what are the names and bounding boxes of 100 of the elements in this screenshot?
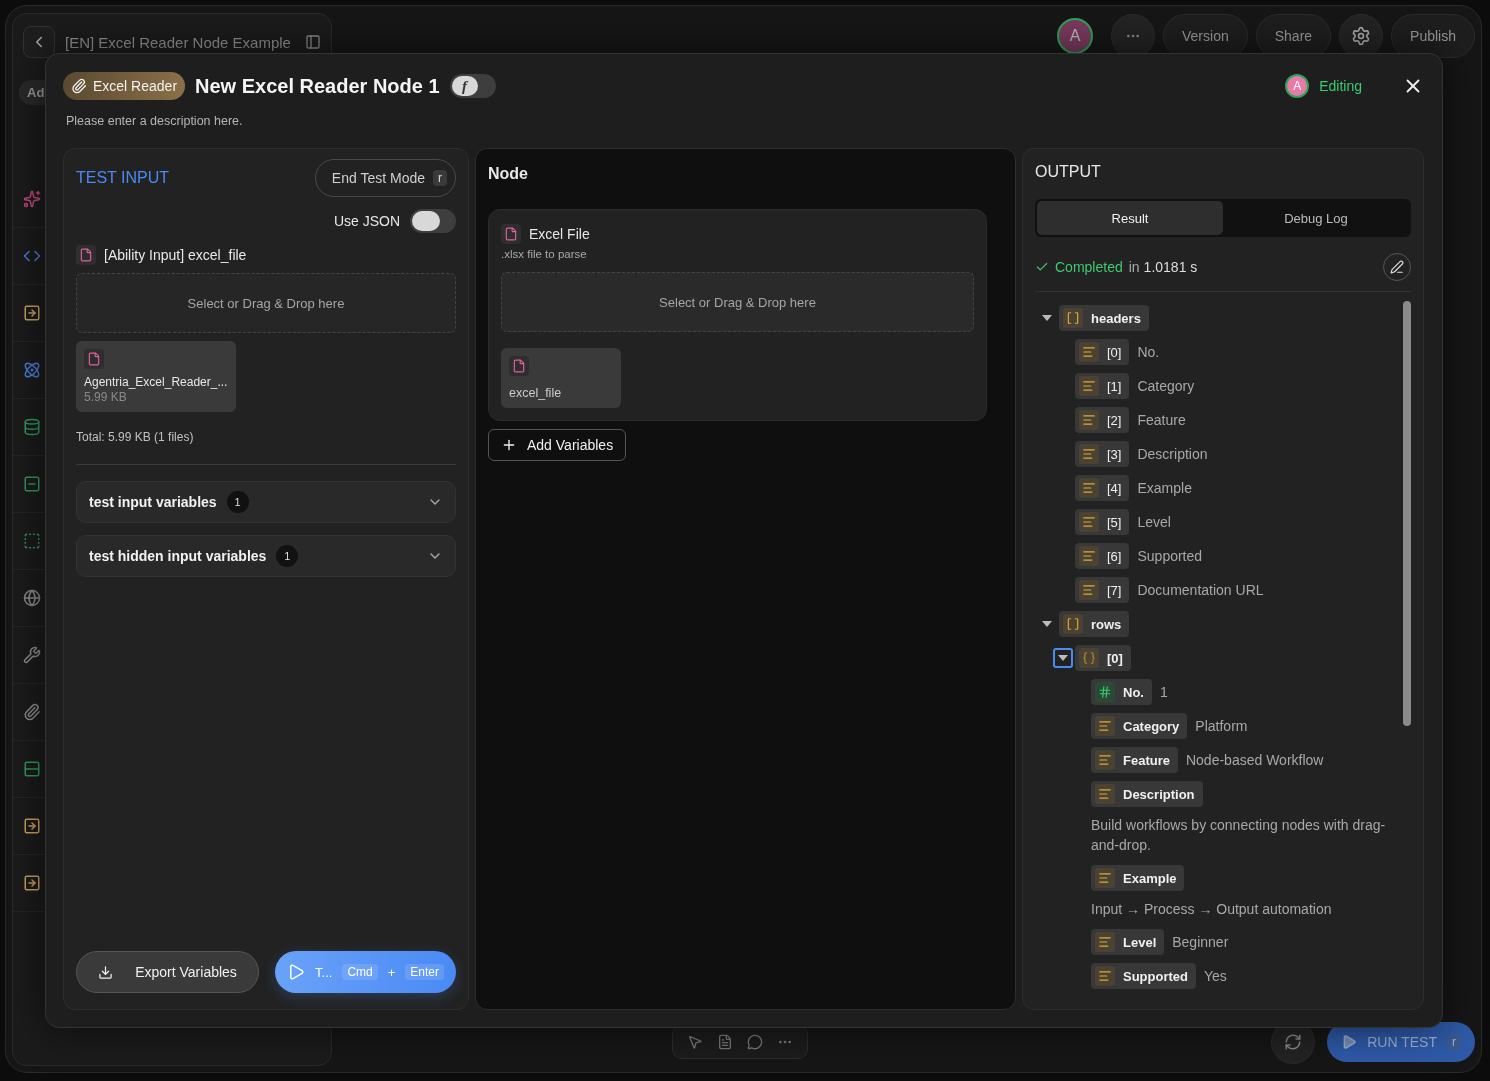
value-text: Input → Process → Output automation	[1091, 900, 1333, 919]
key-chip: rows	[1059, 611, 1130, 637]
text-lines-icon	[1098, 871, 1112, 885]
key-chip: [0]	[1075, 339, 1130, 365]
field-hint: .xlsx file to parse	[501, 248, 588, 260]
text-lines-icon	[1082, 583, 1096, 597]
file-dropzone[interactable]: Select or Drag & Drop here	[76, 273, 456, 333]
text-lines-icon	[1082, 549, 1096, 563]
file-name: Agentria_Excel_Reader_...	[84, 375, 228, 389]
text-lines-icon	[1098, 753, 1112, 767]
database-icon[interactable]	[22, 418, 41, 436]
arrow-box-icon[interactable]	[22, 304, 41, 322]
sidebar-toggle-icon[interactable]	[305, 34, 321, 50]
key-chip: Description	[1091, 781, 1203, 807]
rows-icon[interactable]	[22, 760, 41, 778]
output-tab[interactable]: Result	[1037, 201, 1223, 235]
export-variables-button[interactable]: Export Variables	[76, 951, 260, 993]
square-icon[interactable]	[22, 475, 41, 493]
file-dropzone[interactable]: Select or Drag & Drop here	[501, 272, 974, 332]
value-text: Node-based Workflow	[1185, 752, 1324, 768]
file-card[interactable]: Agentria_Excel_Reader_... 5.99 KB	[76, 341, 236, 412]
key-chip: [4]	[1075, 475, 1130, 501]
output-tab[interactable]: Debug Log	[1223, 201, 1409, 235]
status-text: Completed	[1055, 259, 1123, 275]
file-icon	[79, 248, 93, 262]
key-chip: headers	[1059, 305, 1149, 331]
text-lines-icon	[1082, 515, 1096, 529]
key-chip: No.	[1091, 679, 1152, 705]
value-text: Platform	[1195, 718, 1248, 734]
key-chip: Category	[1091, 713, 1188, 739]
value-text: Level	[1137, 514, 1171, 530]
node-title: New Excel Reader Node 1	[195, 74, 440, 98]
value-text: Category	[1137, 378, 1195, 394]
key-chip: [2]	[1075, 407, 1130, 433]
panel-title: OUTPUT	[1035, 163, 1102, 181]
paperclip-icon	[71, 78, 87, 94]
expand-toggle[interactable]	[1053, 648, 1073, 668]
scrollbar[interactable]	[1403, 301, 1411, 726]
key-chip: [6]	[1075, 543, 1130, 569]
variables-accordion[interactable]: test input variables 1	[76, 481, 456, 523]
file-icon	[512, 359, 526, 373]
dashed-square-icon[interactable]	[22, 532, 41, 550]
refresh-icon	[1284, 1033, 1303, 1051]
add-variables-button[interactable]: Add Variables	[488, 429, 627, 461]
key-chip: Level	[1091, 929, 1165, 955]
value-text: Example	[1137, 480, 1192, 496]
caret-icon	[1042, 621, 1052, 627]
value-text: Build workflows by connecting nodes with drag-and-drop.	[1091, 816, 1387, 855]
atom-icon[interactable]	[22, 361, 41, 379]
key-chip: [3]	[1075, 441, 1130, 467]
text-lines-icon	[1082, 345, 1096, 359]
value-text: Documentation URL	[1137, 582, 1264, 598]
status-text: in	[1128, 259, 1140, 275]
play-icon	[287, 963, 306, 981]
variables-accordion[interactable]: test hidden input variables 1	[76, 535, 456, 577]
key-chip: [5]	[1075, 509, 1130, 535]
key-chip: [0]	[1075, 645, 1131, 671]
function-toggle[interactable]: f	[449, 74, 496, 98]
globe-icon[interactable]	[22, 589, 41, 607]
node-description: Please enter a description here.	[66, 114, 244, 128]
braces-icon	[1082, 651, 1096, 665]
arrow-box-icon[interactable]	[22, 817, 41, 835]
document-icon[interactable]	[717, 1034, 733, 1050]
text-lines-icon	[1098, 969, 1112, 983]
text-lines-icon	[1098, 787, 1112, 801]
user-avatar[interactable]: A	[1057, 18, 1093, 54]
text-lines-icon	[1098, 719, 1112, 733]
text-lines-icon	[1082, 447, 1096, 461]
settings-icon	[1351, 26, 1372, 46]
pointer-icon[interactable]	[687, 1034, 703, 1050]
text-lines-icon	[1082, 379, 1096, 393]
project-title: [EN] Excel Reader Node Example	[65, 33, 292, 51]
caret-icon	[1058, 655, 1068, 661]
file-icon	[504, 227, 518, 241]
panel-title: Node	[488, 165, 529, 183]
arrow-box-icon[interactable]	[22, 874, 41, 892]
sparkle-icon[interactable]	[22, 190, 41, 208]
wrench-icon[interactable]	[22, 646, 41, 664]
hash-icon	[1098, 685, 1112, 699]
play-icon	[1341, 1034, 1358, 1050]
value-text: Description	[1137, 446, 1208, 462]
use-json-toggle[interactable]	[410, 209, 456, 233]
text-lines-icon	[1082, 413, 1096, 427]
editor-avatar: A	[1285, 74, 1310, 98]
value-text: Feature	[1137, 412, 1186, 428]
key-chip: Example	[1091, 865, 1185, 891]
value-text: No.	[1137, 344, 1160, 360]
file-chip[interactable]: excel_file	[501, 348, 621, 408]
paperclip-icon[interactable]	[22, 703, 41, 721]
brackets-icon	[1066, 311, 1080, 325]
chat-icon[interactable]	[747, 1034, 763, 1050]
field-label: [Ability Input] excel_file	[104, 247, 247, 263]
key-chip: [7]	[1075, 577, 1130, 603]
value-text: Supported	[1137, 548, 1203, 564]
publish-button[interactable]: Publish	[1391, 14, 1475, 58]
total-size: Total: 5.99 KB (1 files)	[76, 430, 195, 444]
text-lines-icon	[1082, 481, 1096, 495]
file-size: 5.99 KB	[84, 390, 128, 404]
key-chip: Feature	[1091, 747, 1178, 773]
plus-icon	[501, 437, 517, 453]
